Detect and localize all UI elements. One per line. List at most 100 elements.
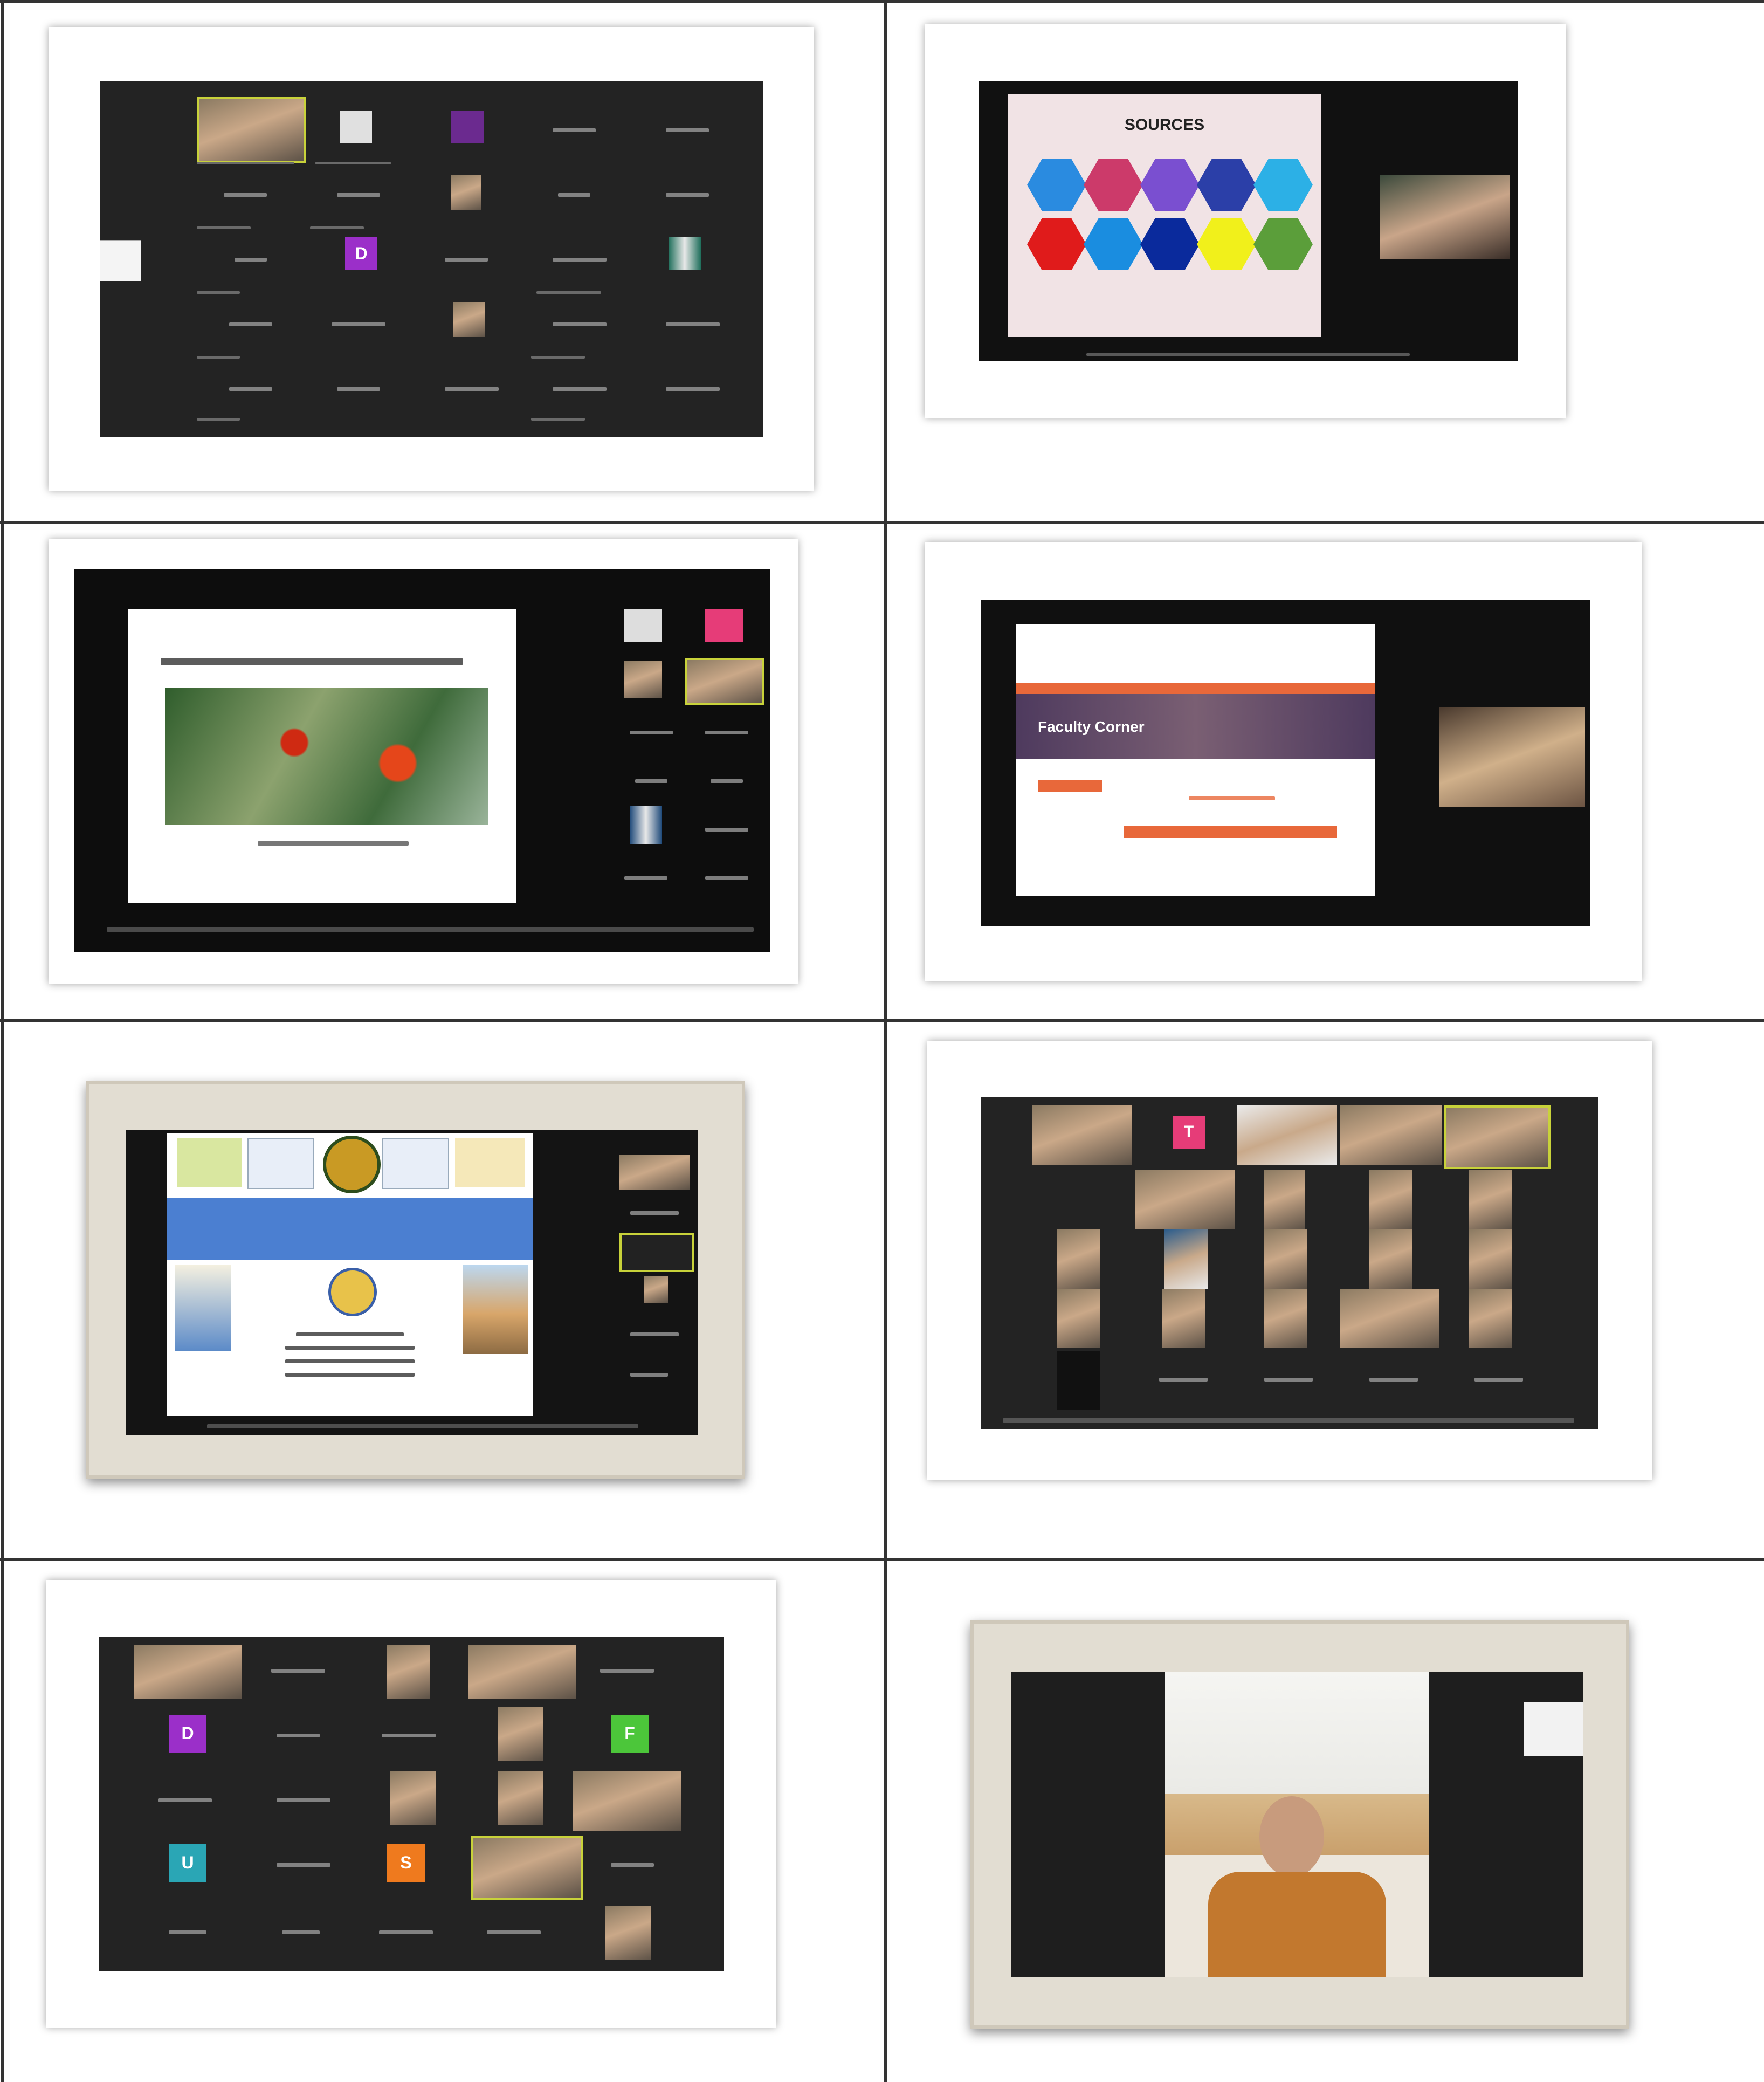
participant-video-tile [1469,1229,1512,1289]
panel-1-frame: D [49,27,814,491]
chat-popup[interactable] [1524,1702,1583,1756]
sidebar-orange-item[interactable] [1038,780,1102,792]
participant-video-tile [387,1645,430,1699]
participant-avatar-icon [340,111,372,143]
participant-initial: D [355,244,368,263]
webpage-nav [1016,683,1375,694]
meeting-screenshot-5 [126,1130,698,1435]
meeting-screenshot-6: T [981,1097,1598,1429]
source-hexagon [1253,159,1313,211]
shared-slide [128,609,516,903]
meeting-screenshot-2: SOURCES [979,81,1518,361]
presenter-video-tile [1439,707,1585,807]
participant-video-tile [669,237,701,270]
panel-5-frame [86,1081,745,1479]
participant-video-tile [573,1771,681,1831]
participant-video-tile [1369,1170,1412,1229]
panel-7-frame: D F U S [46,1580,776,2028]
participant-tile [451,111,484,143]
grid-divider-row3 [0,1558,1764,1561]
participant-video-tile [134,1645,242,1699]
active-speaker-tile [619,1233,694,1272]
participant-initial: F [624,1723,635,1743]
source-hexagon [1084,159,1143,211]
source-hexagon [1197,218,1256,270]
participant-video-tile [1032,1105,1132,1165]
participant-video-tile [1164,1229,1208,1289]
participant-initial: S [400,1853,412,1872]
active-speaker-tile [197,97,306,163]
participant-video-tile [624,661,662,698]
participant-initial: D [181,1723,194,1743]
participant-video-tile [498,1707,543,1761]
participant-initial: U [181,1853,194,1872]
grid-border-left [1,0,4,2082]
participant-video-tile [1237,1105,1337,1165]
meeting-toolbar[interactable] [1003,1418,1574,1423]
chilli-photo [165,688,488,825]
speaker-video [1165,1672,1429,1977]
photo-grid: D SOURCES Faculty Corner T D F U S [0,0,1764,2082]
participant-video-tile [644,1276,668,1303]
speaker-shirt [1208,1872,1386,1977]
slide-title: SOURCES [1124,116,1205,134]
source-hexagon [1084,218,1143,270]
active-speaker-tile [1444,1105,1551,1169]
panel-2-frame: SOURCES [925,24,1566,418]
speaker-head [1259,1796,1324,1877]
meeting-screenshot-8 [1011,1672,1583,1977]
participant-video-tile [1057,1229,1100,1289]
grid-divider-center [884,0,887,2082]
participant-video-tile [1340,1105,1442,1165]
shared-slide [167,1133,533,1416]
source-hexagon [1027,159,1086,211]
panel-3-frame [49,539,798,984]
participant-video-tile [605,1906,651,1960]
participant-avatar-icon [624,609,662,642]
participant-video-tile [1135,1170,1235,1229]
webpage-header [1016,624,1375,686]
meeting-screenshot-7: D F U S [99,1637,724,1971]
participant-video-tile [630,806,662,844]
participant-video-tile [498,1771,543,1825]
shared-webpage: Faculty Corner [1016,624,1375,896]
institute-logo [328,1268,377,1316]
meeting-toolbar[interactable] [207,1424,638,1428]
source-hexagon [1027,218,1086,270]
participant-letter-tile: S [387,1844,425,1882]
grid-divider-row2 [0,1019,1764,1022]
participant-letter-tile: D [345,237,377,270]
source-hexagon [1140,159,1200,211]
active-speaker-tile [471,1836,583,1900]
participant-video-tile [1057,1351,1100,1410]
participant-video-tile [1369,1229,1412,1289]
participant-video-tile [468,1645,576,1699]
slide-title-bar [167,1198,533,1260]
webpage-banner: Faculty Corner [1016,694,1375,759]
participant-video-tile [1162,1289,1205,1348]
panel-4-frame: Faculty Corner [925,542,1642,981]
participant-letter-tile: D [169,1715,206,1753]
active-speaker-tile [685,658,764,705]
book-cover [175,1265,231,1351]
participant-letter-tile: U [169,1844,206,1882]
participant-video-tile [453,302,485,337]
source-hexagon [1253,218,1313,270]
chat-popup[interactable] [100,240,141,281]
participant-video-tile [1057,1289,1100,1348]
grid-divider-row1 [0,521,1764,524]
banner-title: Faculty Corner [1038,718,1145,735]
meeting-screenshot-1: D [100,81,763,437]
panel-8-frame [970,1620,1629,2029]
participant-video-tile [1469,1170,1512,1229]
participant-video-tile [451,175,481,210]
participant-tile [705,609,743,642]
panel-6-frame: T [927,1041,1652,1480]
content-orange-header [1124,826,1337,838]
logo-strip [167,1133,533,1195]
source-hexagon [1140,218,1200,270]
participant-video-tile [1340,1289,1439,1348]
participant-video-tile [1264,1229,1307,1289]
meeting-toolbar[interactable] [107,927,754,932]
shared-slide: SOURCES [1008,94,1321,337]
